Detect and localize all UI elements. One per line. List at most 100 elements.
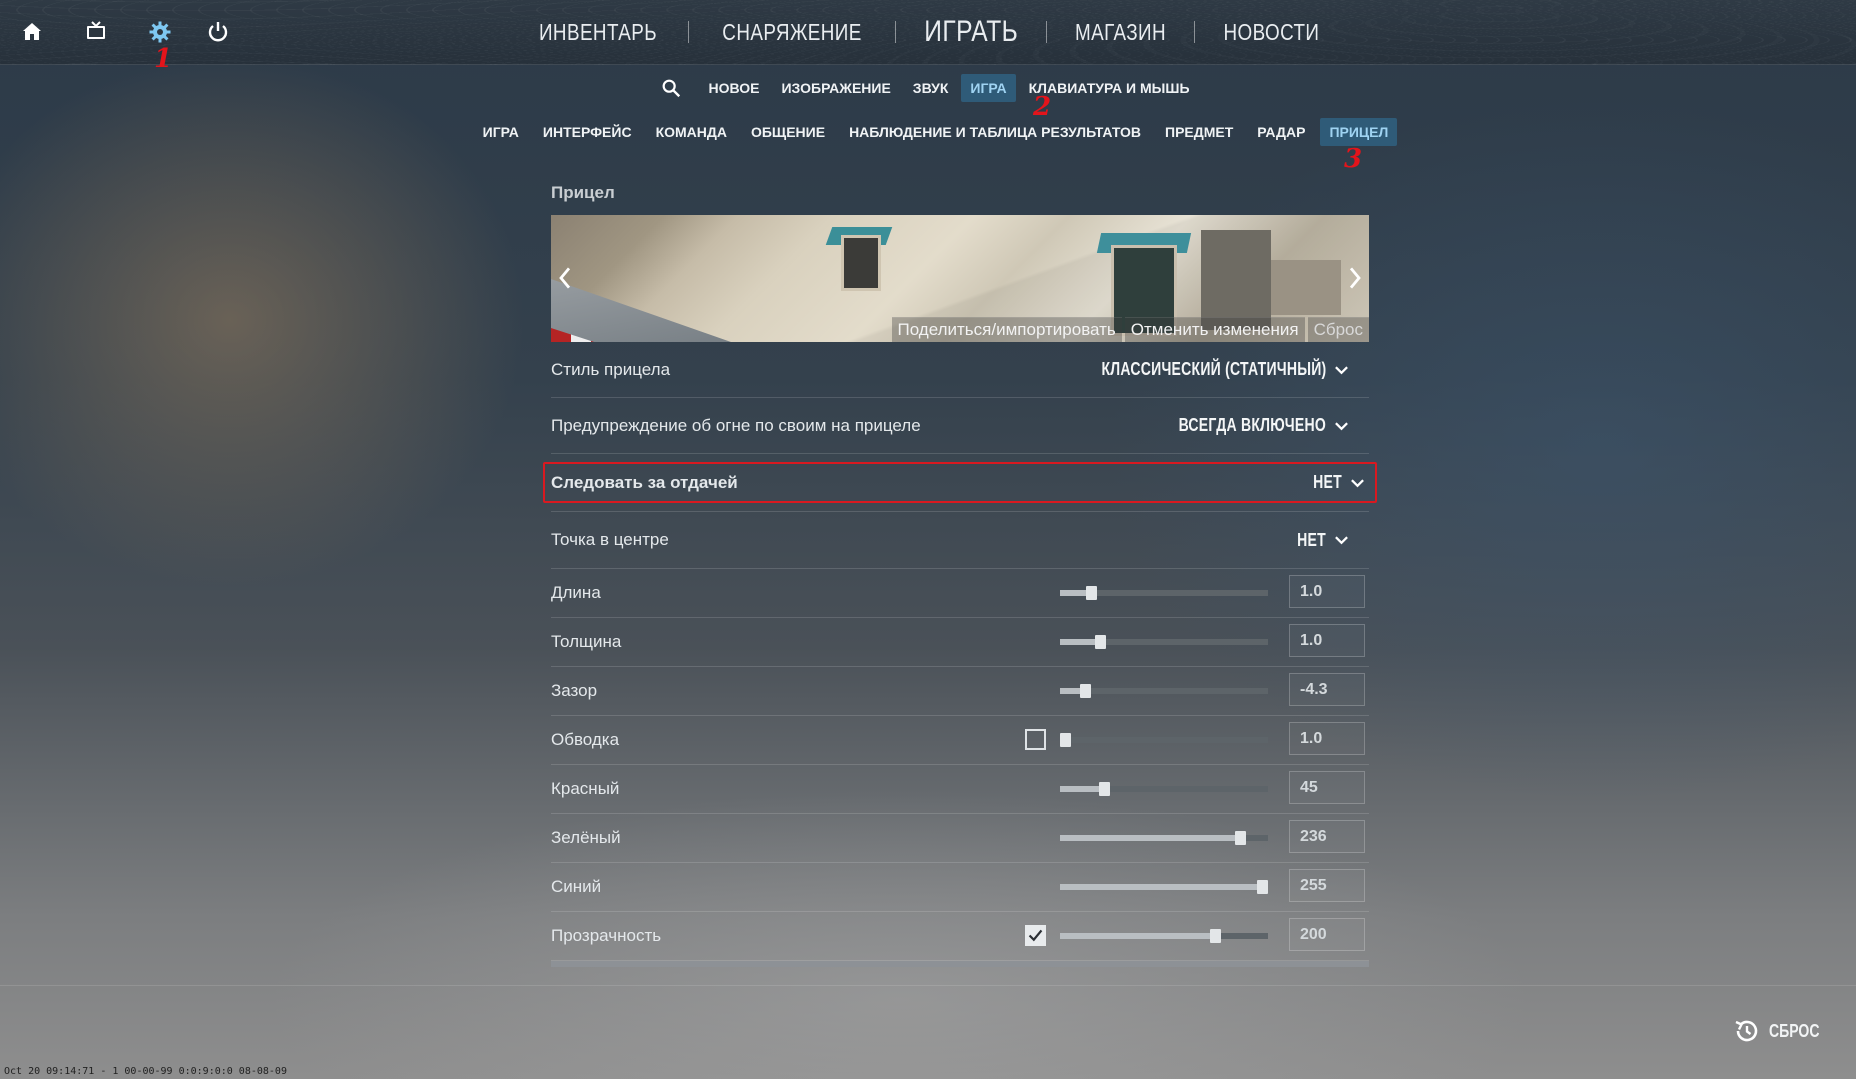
crosshair-preview: Поделиться/импортировать Отменить измене…: [551, 215, 1369, 342]
setting-label: Зелёный: [551, 828, 621, 847]
alpha-value-input[interactable]: 200: [1289, 918, 1365, 951]
setting-label: Стиль прицела: [551, 359, 671, 379]
setting-friendly-fire-warning: Предупреждение об огне по своим на прице…: [551, 398, 1369, 454]
red-slider[interactable]: [1060, 782, 1268, 796]
alpha-checkbox[interactable]: [1025, 925, 1046, 946]
setting-label: Синий: [551, 877, 602, 896]
setting-label: Обводка: [551, 730, 620, 749]
setting-red: Красный 45: [551, 765, 1369, 814]
horizontal-scrollbar[interactable]: [551, 961, 1369, 967]
search-icon[interactable]: [657, 74, 685, 102]
outline-checkbox[interactable]: [1025, 729, 1046, 750]
nav-loadout[interactable]: СНАРЯЖЕНИЕ: [719, 19, 865, 46]
game-subtabs: ИГРА ИНТЕРФЕЙС КОМАНДА ОБЩЕНИЕ НАБЛЮДЕНИ…: [0, 117, 1856, 147]
green-slider[interactable]: [1060, 831, 1268, 845]
revert-changes-button[interactable]: Отменить изменения: [1124, 317, 1305, 342]
footer-divider: [0, 985, 1856, 986]
subtab-interface[interactable]: ИНТЕРФЕЙС: [534, 118, 641, 146]
gap-value-input[interactable]: -4.3: [1289, 673, 1365, 706]
slider-thumb[interactable]: [1086, 586, 1097, 600]
subtab-crosshair[interactable]: ПРИЦЕЛ: [1320, 118, 1398, 146]
dropdown-value: ВСЕГДА ВКЛЮЧЕНО: [1178, 415, 1326, 435]
nav-news[interactable]: НОВОСТИ: [1221, 19, 1323, 46]
subtab-team[interactable]: КОМАНДА: [647, 118, 736, 146]
length-value-input[interactable]: 1.0: [1289, 575, 1365, 608]
alpha-slider[interactable]: [1060, 929, 1268, 943]
setting-green: Зелёный 236: [551, 814, 1369, 863]
subtab-game[interactable]: ИГРА: [474, 118, 528, 146]
setting-center-dot: Точка в центре НЕТ: [551, 511, 1369, 569]
setting-label: Толщина: [551, 632, 622, 651]
dropdown-value: НЕТ: [1313, 472, 1342, 492]
reset-button[interactable]: СБРОС: [1733, 1017, 1834, 1045]
nav-divider: [1046, 21, 1048, 43]
setting-length: Длина 1.0: [551, 569, 1369, 618]
tab-video[interactable]: ИЗОБРАЖЕНИЕ: [772, 74, 899, 102]
main-nav: ИНВЕНТАРЬ СНАРЯЖЕНИЕ ИГРАТЬ МАГАЗИН НОВО…: [0, 0, 1856, 64]
subtab-communication[interactable]: ОБЩЕНИЕ: [742, 118, 834, 146]
chevron-down-icon: [1335, 421, 1348, 430]
thickness-value-input[interactable]: 1.0: [1289, 624, 1365, 657]
setting-crosshair-style: Стиль прицела КЛАССИЧЕСКИЙ (СТАТИЧНЫЙ): [551, 342, 1369, 398]
setting-label: Зазор: [551, 681, 598, 700]
setting-follow-recoil: Следовать за отдачей НЕТ: [543, 462, 1377, 503]
center-dot-dropdown[interactable]: НЕТ: [1289, 530, 1349, 551]
friendly-fire-warning-dropdown[interactable]: ВСЕГДА ВКЛЮЧЕНО: [1137, 415, 1349, 436]
chevron-down-icon: [1335, 365, 1348, 374]
setting-alpha: Прозрачность 200: [551, 912, 1369, 961]
slider-list: Длина 1.0 Толщина 1.0 Зазор -4.3 Обводка 1.0 Кра…: [551, 569, 1369, 961]
follow-recoil-dropdown[interactable]: НЕТ: [1305, 472, 1365, 493]
preview-crate: [1271, 260, 1341, 315]
debug-timestamp: Oct 20 09:14:71 - 1 00-00-99 0:0:9:0:0 0…: [4, 1066, 287, 1077]
nav-divider: [894, 21, 896, 43]
settings-tabs: НОВОЕ ИЗОБРАЖЕНИЕ ЗВУК ИГРА КЛАВИАТУРА И…: [0, 73, 1856, 103]
green-value-input[interactable]: 236: [1289, 820, 1365, 853]
dropdown-value: НЕТ: [1297, 529, 1326, 550]
slider-fill: [1060, 786, 1105, 792]
preview-roof: [551, 279, 731, 342]
length-slider[interactable]: [1060, 586, 1268, 600]
setting-label: Точка в центре: [551, 530, 669, 549]
slider-thumb[interactable]: [1060, 733, 1071, 747]
chevron-left-icon[interactable]: [555, 263, 575, 293]
slider-thumb[interactable]: [1210, 929, 1221, 943]
tab-keyboard-mouse[interactable]: КЛАВИАТУРА И МЫШЬ: [1020, 74, 1199, 102]
gap-slider[interactable]: [1060, 684, 1268, 698]
slider-thumb[interactable]: [1095, 635, 1106, 649]
blue-value-input[interactable]: 255: [1289, 869, 1365, 902]
top-bar: ИНВЕНТАРЬ СНАРЯЖЕНИЕ ИГРАТЬ МАГАЗИН НОВО…: [0, 0, 1856, 65]
setting-label: Прозрачность: [551, 926, 662, 945]
slider-thumb[interactable]: [1099, 782, 1110, 796]
preview-window: [841, 235, 881, 291]
blue-slider[interactable]: [1060, 880, 1268, 894]
nav-divider: [1194, 21, 1196, 43]
setting-gap: Зазор -4.3: [551, 667, 1369, 716]
subtab-item[interactable]: ПРЕДМЕТ: [1156, 118, 1242, 146]
chevron-down-icon: [1351, 478, 1364, 487]
slider-thumb[interactable]: [1080, 684, 1091, 698]
preview-door: [1201, 230, 1271, 330]
red-value-input[interactable]: 45: [1289, 771, 1365, 804]
annotation-1: 1: [154, 44, 173, 74]
tab-new[interactable]: НОВОЕ: [699, 74, 768, 102]
checkmark-icon: [1028, 929, 1043, 942]
slider-thumb[interactable]: [1257, 880, 1268, 894]
subtab-spectator-scoreboard[interactable]: НАБЛЮДЕНИЕ И ТАБЛИЦА РЕЗУЛЬТАТОВ: [840, 118, 1150, 146]
outline-slider[interactable]: [1060, 733, 1268, 747]
nav-store[interactable]: МАГАЗИН: [1072, 19, 1170, 46]
share-import-button[interactable]: Поделиться/импортировать: [891, 317, 1122, 342]
slider-thumb[interactable]: [1235, 831, 1246, 845]
crosshair-style-dropdown[interactable]: КЛАССИЧЕСКИЙ (СТАТИЧНЫЙ): [1038, 359, 1349, 380]
preview-reset-button[interactable]: Сброс: [1307, 317, 1369, 342]
nav-inventory[interactable]: ИНВЕНТАРЬ: [535, 19, 660, 46]
thickness-slider[interactable]: [1060, 635, 1268, 649]
outline-value-input[interactable]: 1.0: [1289, 722, 1365, 755]
tab-audio[interactable]: ЗВУК: [904, 74, 958, 102]
tab-game[interactable]: ИГРА: [961, 74, 1016, 102]
preview-actions: Поделиться/импортировать Отменить измене…: [889, 317, 1369, 342]
chevron-right-icon[interactable]: [1345, 263, 1365, 293]
subtab-radar[interactable]: РАДАР: [1248, 118, 1314, 146]
nav-play[interactable]: ИГРАТЬ: [921, 15, 1021, 49]
chevron-down-icon: [1335, 536, 1348, 545]
nav-divider: [687, 21, 689, 43]
